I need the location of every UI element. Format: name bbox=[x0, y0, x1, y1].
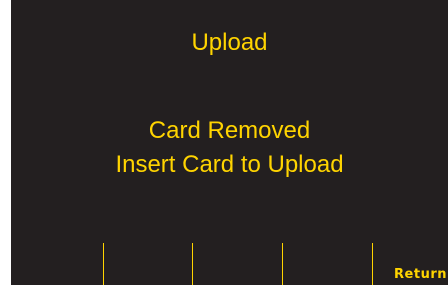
status-message: Card Removed bbox=[148, 117, 311, 144]
screen-title: Upload bbox=[191, 29, 268, 56]
softkey-3[interactable] bbox=[282, 243, 373, 285]
return-softkey-label: Return bbox=[394, 267, 447, 282]
return-softkey[interactable]: Return bbox=[372, 243, 448, 285]
instruction-message: Insert Card to Upload bbox=[115, 151, 344, 178]
device-display: Upload Card Removed Insert Card to Uploa… bbox=[11, 0, 448, 285]
softkey-1[interactable] bbox=[103, 243, 193, 285]
softkey-2[interactable] bbox=[192, 243, 283, 285]
